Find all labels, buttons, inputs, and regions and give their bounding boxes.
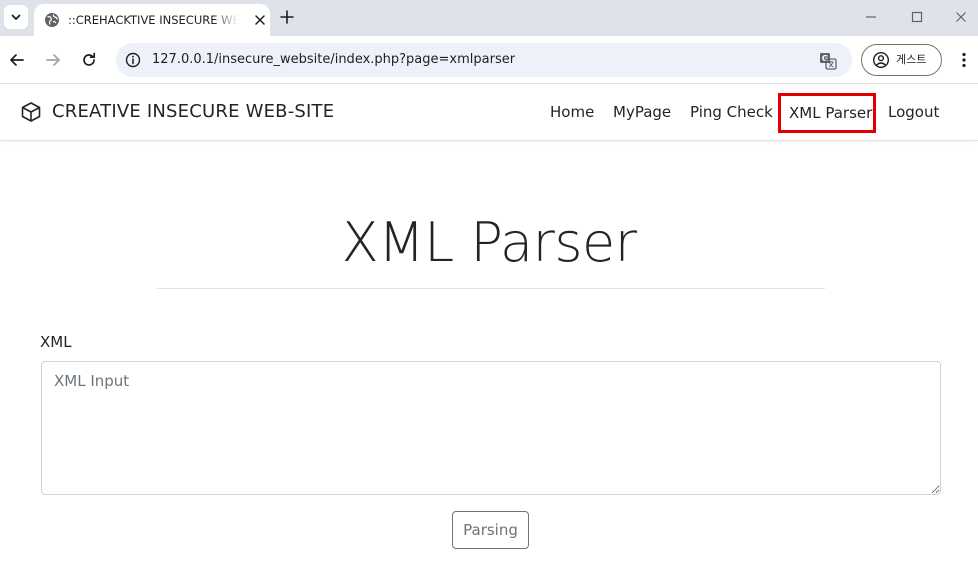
close-icon[interactable]	[252, 12, 268, 28]
nav-logout[interactable]: Logout	[888, 100, 939, 124]
profile-button[interactable]: 게스트	[861, 44, 942, 76]
page-title: XML Parser	[341, 211, 637, 274]
maximize-icon[interactable]	[908, 8, 926, 26]
profile-label: 게스트	[896, 53, 927, 66]
title-divider	[157, 288, 825, 289]
site-navbar: CREATIVE INSECURE WEB-SITE Home MyPage P…	[0, 84, 978, 141]
nav-xml-parser[interactable]: XML Parser	[789, 100, 872, 126]
url-text[interactable]: 127.0.0.1/insecure_website/index.php?pag…	[152, 51, 515, 69]
account-circle-icon	[872, 51, 890, 69]
parsing-button[interactable]: Parsing	[452, 511, 529, 549]
forward-arrow-icon[interactable]	[43, 50, 63, 70]
xml-input[interactable]	[41, 361, 941, 495]
info-icon[interactable]	[124, 51, 142, 69]
minimize-icon[interactable]	[862, 8, 880, 26]
plus-icon[interactable]	[278, 8, 296, 26]
nav-mypage[interactable]: MyPage	[613, 100, 671, 124]
back-arrow-icon[interactable]	[7, 50, 27, 70]
nav-home[interactable]: Home	[550, 100, 594, 124]
translate-icon[interactable]: G	[818, 51, 838, 71]
window-close-icon[interactable]	[952, 8, 970, 26]
browser-tab-bar: ::CREHACKTIVE INSECURE WEB	[0, 0, 978, 36]
tab-title: ::CREHACKTIVE INSECURE WEB	[68, 13, 238, 27]
globe-icon	[45, 13, 59, 27]
tab-search-button[interactable]	[4, 5, 28, 29]
browser-toolbar: 127.0.0.1/insecure_website/index.php?pag…	[0, 36, 978, 84]
chevron-down-icon	[11, 14, 21, 20]
site-brand[interactable]: CREATIVE INSECURE WEB-SITE	[52, 100, 334, 124]
nav-ping-check[interactable]: Ping Check	[690, 100, 773, 124]
box-icon[interactable]	[20, 101, 42, 123]
more-vert-icon[interactable]	[954, 50, 974, 70]
browser-tab-active[interactable]: ::CREHACKTIVE INSECURE WEB	[34, 4, 270, 36]
nav-xml-parser-highlight[interactable]: XML Parser	[778, 93, 876, 133]
reload-icon[interactable]	[79, 50, 99, 70]
address-bar[interactable]: 127.0.0.1/insecure_website/index.php?pag…	[116, 43, 852, 77]
xml-field-label: XML	[40, 333, 72, 351]
